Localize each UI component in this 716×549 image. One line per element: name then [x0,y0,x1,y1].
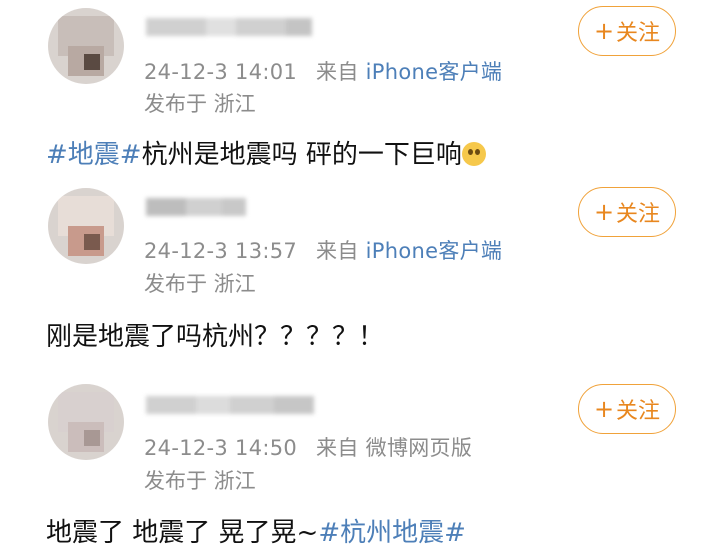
source-text[interactable]: 微博网页版 [366,436,473,460]
post-content: #地震#杭州是地震吗 砰的一下巨响 [46,134,486,171]
post-content: 刚是地震了吗杭州？？？？！ [46,322,385,352]
follow-button[interactable]: + 关注 [578,187,676,237]
plus-icon: + [593,17,615,45]
source-link[interactable]: iPhone客户端 [366,239,503,263]
post-content: 地震了 地震了 晃了晃~#杭州地震# [46,518,466,548]
post-meta: 24-12-3 14:50 来自 微博网页版 [144,436,473,460]
avatar[interactable] [48,8,124,84]
timestamp: 24-12-3 13:57 [144,239,298,263]
location-text: 发布于 浙江 [144,272,256,296]
location-text: 发布于 浙江 [144,92,256,116]
plus-icon: + [593,395,615,423]
avatar[interactable] [48,384,124,460]
follow-button[interactable]: + 关注 [578,384,676,434]
location-text: 发布于 浙江 [144,469,256,493]
timestamp: 24-12-3 14:50 [144,436,298,460]
topic-link[interactable]: #杭州地震# [318,518,466,548]
username-blurred[interactable] [146,194,246,220]
timestamp: 24-12-3 14:01 [144,60,298,84]
username-blurred[interactable] [146,392,314,418]
username-blurred[interactable] [146,14,312,40]
avatar[interactable] [48,188,124,264]
source-link[interactable]: iPhone客户端 [366,60,503,84]
post-meta: 24-12-3 14:01 来自 iPhone客户端 [144,60,503,84]
topic-link[interactable]: #地震# [46,140,142,170]
follow-button[interactable]: + 关注 [578,6,676,56]
confused-face-emoji-icon [461,142,486,166]
post-meta: 24-12-3 13:57 来自 iPhone客户端 [144,239,503,263]
plus-icon: + [593,198,615,226]
